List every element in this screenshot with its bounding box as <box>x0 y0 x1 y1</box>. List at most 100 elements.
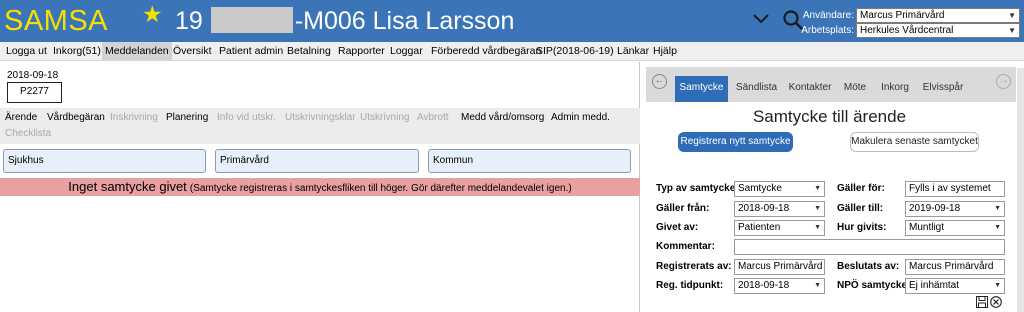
menu-item-inkorg[interactable]: Inkorg(51) <box>50 42 104 61</box>
npo-select[interactable]: Ej inhämtat ▼ <box>905 278 1005 294</box>
beslutats-field[interactable]: Marcus Primärvård <box>905 259 1005 275</box>
tab-samtycke[interactable]: Samtycke <box>675 76 728 102</box>
menu-item-meddelanden[interactable]: Meddelanden <box>102 42 172 61</box>
side-tabs: ← Samtycke Sändlista Kontakter Möte Inko… <box>646 67 1016 102</box>
tab-arende[interactable]: Ärende <box>5 111 37 125</box>
consent-panel: ← Samtycke Sändlista Kontakter Möte Inko… <box>641 62 1024 312</box>
tab-inskrivning: Inskrivning <box>110 112 158 123</box>
givet-av-select[interactable]: Patienten ▼ <box>734 220 825 236</box>
tab-avbrott: Avbrott <box>417 112 449 123</box>
menu-item-oversikt[interactable]: Översikt <box>170 42 215 61</box>
user-select[interactable]: Marcus Primärvård ▼ <box>856 8 1020 23</box>
dropdown-arrow-icon: ▼ <box>814 205 821 212</box>
dropdown-arrow-icon: ▼ <box>994 205 1001 212</box>
arrow-left-icon[interactable]: ← <box>652 74 667 89</box>
user-label: Användare: <box>802 10 854 21</box>
tidpunkt-label: Reg. tidpunkt: <box>656 280 724 291</box>
patient-id-name: -M006 Lisa Larsson <box>294 7 515 35</box>
cancel-latest-consent-button[interactable]: Makulera senaste samtycket <box>850 132 979 152</box>
careunit-sjukhus[interactable]: Sjukhus <box>3 149 206 173</box>
arrow-right-icon[interactable]: → <box>996 74 1011 89</box>
typ-value: Samtycke <box>738 183 782 194</box>
registrerats-label: Registrerats av: <box>656 261 732 272</box>
givet-av-label: Givet av: <box>656 222 699 233</box>
dropdown-arrow-icon: ▼ <box>994 224 1001 231</box>
close-icon[interactable] <box>990 296 1002 308</box>
save-icon[interactable] <box>976 296 988 308</box>
user-select-value: Marcus Primärvård <box>860 10 945 21</box>
menu-item-forberedd-vardbegaran[interactable]: Förberedd vårdbegäran <box>428 42 544 61</box>
register-consent-button[interactable]: Registrera nytt samtycke <box>678 132 793 152</box>
galler-till-label: Gäller till: <box>837 203 884 214</box>
hur-givits-select[interactable]: Muntligt ▼ <box>905 220 1005 236</box>
galler-fran-value: 2018-09-18 <box>738 203 790 214</box>
galler-till-value: 2019-09-18 <box>909 203 961 214</box>
tidpunkt-select[interactable]: 2018-09-18 ▼ <box>734 278 825 294</box>
galler-for-field[interactable]: Fylls i av systemet <box>905 181 1005 197</box>
tab-mote[interactable]: Möte <box>838 76 872 102</box>
npo-value: Ej inhämtat <box>909 280 960 291</box>
patient-code-box[interactable]: P2277 <box>7 82 62 103</box>
menu-item-lankar[interactable]: Länkar <box>614 42 652 61</box>
hur-givits-value: Muntligt <box>909 222 945 233</box>
galler-for-value: Fylls i av systemet <box>909 183 991 194</box>
patient-title: 19 -M006 Lisa Larsson <box>175 2 514 40</box>
kommentar-input[interactable] <box>734 239 1005 255</box>
kommentar-label: Kommentar: <box>656 241 715 252</box>
beslutats-label: Beslutats av: <box>837 261 900 272</box>
scrollbar[interactable] <box>1017 68 1024 312</box>
star-icon[interactable]: ★ <box>142 1 163 27</box>
careunit-primarvard[interactable]: Primärvård <box>215 149 419 173</box>
menu-item-patient-admin[interactable]: Patient admin <box>216 42 286 61</box>
tab-info-vid-utskr: Info vid utskr. <box>217 112 276 123</box>
message-date: 2018-09-18 <box>7 70 59 81</box>
givet-av-value: Patienten <box>738 222 781 233</box>
workplace-select[interactable]: Herkules Vårdcentral ▼ <box>856 23 1020 38</box>
menu-item-betalning[interactable]: Betalning <box>284 42 334 61</box>
tab-medd-vard-omsorg[interactable]: Medd vård/omsorg <box>461 111 544 125</box>
dropdown-arrow-icon: ▼ <box>814 282 821 289</box>
header-bar: SAMSA ★ 19 -M006 Lisa Larsson Användare: … <box>0 0 1024 42</box>
galler-fran-select[interactable]: 2018-09-18 ▼ <box>734 201 825 217</box>
registrerats-field: Marcus Primärvård <box>734 259 825 275</box>
redacted-id <box>210 7 293 33</box>
workplace-select-value: Herkules Vårdcentral <box>860 25 954 36</box>
menu-item-logga-ut[interactable]: Logga ut <box>3 42 50 61</box>
tab-admin-medd[interactable]: Admin medd. <box>551 111 610 125</box>
typ-select[interactable]: Samtycke ▼ <box>734 181 825 197</box>
warning-main-text: Inget samtycke givet <box>68 179 187 194</box>
tab-checklista: Checklista <box>5 128 52 139</box>
tab-elvisspar[interactable]: Elvisspår <box>918 76 968 102</box>
main-menu: Logga ut Inkorg(51) Meddelanden Översikt… <box>0 42 1024 61</box>
tab-utskrivningsklar: Utskrivningsklar <box>285 112 356 123</box>
dropdown-arrow-icon: ▼ <box>1008 11 1016 20</box>
chevron-down-icon[interactable] <box>752 9 770 29</box>
consent-warning-banner: Inget samtycke givet (Samtycke registrer… <box>0 178 640 196</box>
dropdown-arrow-icon: ▼ <box>994 282 1001 289</box>
hur-givits-label: Hur givits: <box>837 222 887 233</box>
menu-item-loggar[interactable]: Loggar <box>387 42 426 61</box>
galler-fran-label: Gäller från: <box>656 203 710 214</box>
typ-label: Typ av samtycke: <box>656 183 739 194</box>
tab-inkorg[interactable]: Inkorg <box>875 76 915 102</box>
tab-kontakter[interactable]: Kontakter <box>785 76 835 102</box>
process-tabs: Ärende Vårdbegäran Inskrivning Planering… <box>0 108 640 144</box>
message-pane: 2018-09-18 P2277 Ärende Vårdbegäran Insk… <box>0 62 640 312</box>
careunit-kommun[interactable]: Kommun <box>428 149 631 173</box>
npo-label: NPÖ samtycke: <box>837 280 911 291</box>
warning-detail-text: (Samtycke registreras i samtyckesfliken … <box>189 183 572 194</box>
tab-vardbegaran[interactable]: Vårdbegäran <box>47 111 105 125</box>
app-logo: SAMSA <box>4 5 109 37</box>
tab-sandlista[interactable]: Sändlista <box>730 76 783 102</box>
dropdown-arrow-icon: ▼ <box>1008 26 1016 35</box>
galler-till-select[interactable]: 2019-09-18 ▼ <box>905 201 1005 217</box>
dropdown-arrow-icon: ▼ <box>814 224 821 231</box>
menu-item-hjalp[interactable]: Hjälp <box>650 42 680 61</box>
menu-item-rapporter[interactable]: Rapporter <box>335 42 388 61</box>
workplace-label: Arbetsplats: <box>801 25 854 36</box>
tab-planering[interactable]: Planering <box>166 111 208 125</box>
consent-title: Samtycke till ärende <box>752 107 907 126</box>
tab-utskrivning: Utskrivning <box>360 112 410 123</box>
galler-for-label: Gäller för: <box>837 183 885 194</box>
menu-item-sip[interactable]: SIP(2018-06-19) <box>533 42 617 61</box>
